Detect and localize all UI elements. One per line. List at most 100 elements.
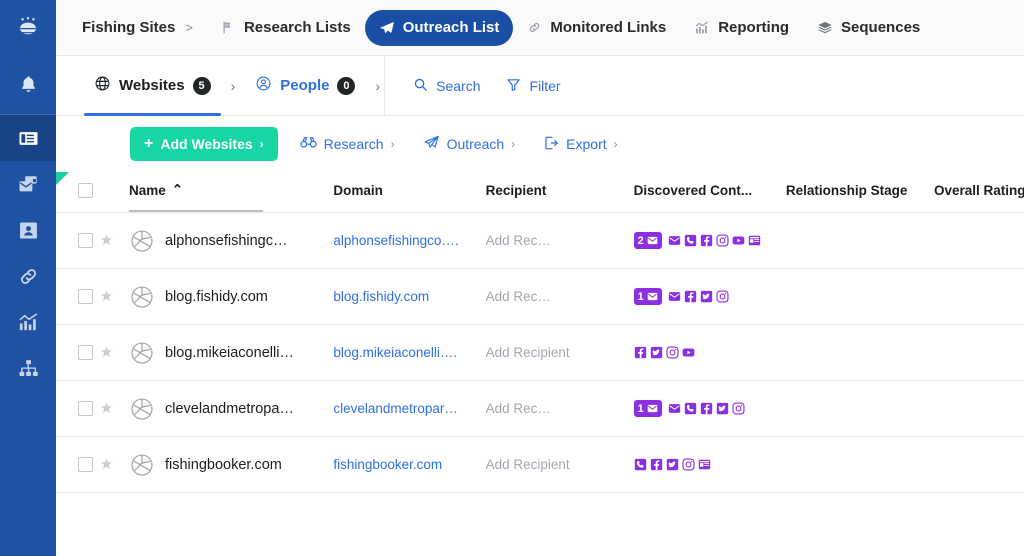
twitter-icon[interactable] xyxy=(700,290,713,303)
discovered-contacts-cell: 1 xyxy=(634,288,1024,305)
add-recipient-link[interactable]: Add Rec… xyxy=(486,289,618,304)
row-checkbox[interactable] xyxy=(78,345,93,360)
tab-people-arrow[interactable]: › xyxy=(371,56,384,115)
instagram-icon[interactable] xyxy=(716,234,729,247)
add-recipient-link[interactable]: Add Recipient xyxy=(486,457,618,472)
envelope-icon[interactable] xyxy=(668,290,681,303)
twitter-icon[interactable] xyxy=(666,458,679,471)
main-area: Fishing Sites > Research Lists Outreach xyxy=(56,0,1024,556)
envelope-icon[interactable] xyxy=(668,402,681,415)
chevron-right-icon: › xyxy=(511,137,515,151)
tab-count-badge: 0 xyxy=(337,77,355,95)
tab-people[interactable]: People 0 xyxy=(239,56,371,115)
instagram-icon[interactable] xyxy=(716,290,729,303)
facebook-icon[interactable] xyxy=(700,234,713,247)
bar-chart-icon xyxy=(694,20,710,36)
filter-label: Filter xyxy=(529,78,560,94)
outreach-button[interactable]: Outreach › xyxy=(417,134,522,154)
site-name: fishingbooker.com xyxy=(165,457,282,473)
sidebar-item-lists[interactable] xyxy=(0,115,56,161)
instagram-icon[interactable] xyxy=(682,458,695,471)
add-recipient-link[interactable]: Add Recipient xyxy=(486,345,618,360)
envelope-icon[interactable] xyxy=(668,234,681,247)
instagram-icon[interactable] xyxy=(732,402,745,415)
row-checkbox[interactable] xyxy=(78,233,93,248)
nav-item-sequences[interactable]: Sequences xyxy=(803,10,934,46)
table-row[interactable]: ★clevelandmetropa…clevelandmetropar…Add … xyxy=(56,381,1024,437)
row-checkbox[interactable] xyxy=(78,457,93,472)
twitter-icon[interactable] xyxy=(716,402,729,415)
nav-item-reporting[interactable]: Reporting xyxy=(680,10,803,46)
sidebar-item-sitemap[interactable] xyxy=(0,345,56,391)
contact-count-badge[interactable]: 2 xyxy=(634,232,662,249)
favorite-star-icon[interactable]: ★ xyxy=(100,288,113,305)
contact-count-badge[interactable]: 1 xyxy=(634,400,662,417)
nav-item-monitored-links[interactable]: Monitored Links xyxy=(513,10,680,46)
binoculars-icon xyxy=(300,135,317,153)
add-recipient-link[interactable]: Add Rec… xyxy=(486,233,618,248)
site-avatar-icon xyxy=(129,228,155,254)
table-row[interactable]: ★blog.mikeiaconelli…blog.mikeiaconelli….… xyxy=(56,325,1024,381)
youtube-icon[interactable] xyxy=(682,346,695,359)
domain-link[interactable]: blog.mikeiaconelli…. xyxy=(333,345,469,360)
sidebar-item-inbox[interactable] xyxy=(0,161,56,207)
twitter-icon[interactable] xyxy=(650,346,663,359)
add-recipient-link[interactable]: Add Rec… xyxy=(486,401,618,416)
export-button[interactable]: Export › xyxy=(537,135,623,154)
phone-icon[interactable] xyxy=(684,402,697,415)
plus-icon: + xyxy=(144,135,153,153)
contact-count: 1 xyxy=(638,291,644,303)
flag-icon xyxy=(221,20,236,35)
filter-button[interactable]: Filter xyxy=(506,77,560,95)
domain-link[interactable]: alphonsefishingco…. xyxy=(333,233,469,248)
column-header-overall-rating[interactable]: Overall Rating xyxy=(934,172,1024,213)
select-all-checkbox[interactable] xyxy=(78,183,93,198)
nav-item-research-lists[interactable]: Research Lists xyxy=(207,10,365,46)
favorite-star-icon[interactable]: ★ xyxy=(100,344,113,361)
domain-link[interactable]: blog.fishidy.com xyxy=(333,289,469,304)
facebook-icon[interactable] xyxy=(700,402,713,415)
site-name: blog.fishidy.com xyxy=(165,289,268,305)
planet-logo-icon[interactable] xyxy=(0,0,56,56)
news-icon[interactable] xyxy=(698,458,711,471)
research-button[interactable]: Research › xyxy=(294,135,401,153)
facebook-icon[interactable] xyxy=(684,290,697,303)
table-row[interactable]: ★alphonsefishingc…alphonsefishingco….Add… xyxy=(56,213,1024,269)
sidebar-item-links[interactable] xyxy=(0,253,56,299)
search-icon xyxy=(413,77,428,95)
row-checkbox[interactable] xyxy=(78,289,93,304)
column-header-domain[interactable]: Domain xyxy=(333,172,485,213)
domain-link[interactable]: clevelandmetropar… xyxy=(333,401,469,416)
tab-websites[interactable]: Websites 5 xyxy=(78,56,227,115)
contact-count-badge[interactable]: 1 xyxy=(634,288,662,305)
domain-link[interactable]: fishingbooker.com xyxy=(333,457,469,472)
column-header-recipient[interactable]: Recipient xyxy=(486,172,634,213)
column-header-discovered-contacts[interactable]: Discovered Cont... xyxy=(634,172,786,213)
tab-websites-arrow[interactable]: › xyxy=(227,56,240,115)
nav-item-label: Fishing Sites xyxy=(82,19,175,36)
nav-item-fishing-sites[interactable]: Fishing Sites > xyxy=(82,10,207,46)
youtube-icon[interactable] xyxy=(732,234,745,247)
table-row[interactable]: ★ fishingbooker.com fishingbooker.com Add R… xyxy=(56,437,1024,493)
phone-icon[interactable] xyxy=(684,234,697,247)
news-icon[interactable] xyxy=(748,234,761,247)
column-header-name[interactable]: Name ⌃ xyxy=(129,172,333,213)
favorite-star-icon[interactable]: ★ xyxy=(100,400,113,417)
phone-icon[interactable] xyxy=(634,458,647,471)
column-header-relationship-stage[interactable]: Relationship Stage xyxy=(786,172,934,213)
facebook-icon[interactable] xyxy=(650,458,663,471)
instagram-icon[interactable] xyxy=(666,346,679,359)
favorite-star-icon[interactable]: ★ xyxy=(100,232,113,249)
search-button[interactable]: Search xyxy=(413,77,480,95)
favorite-star-icon[interactable]: ★ xyxy=(100,456,113,473)
nav-item-outreach-list[interactable]: Outreach List xyxy=(365,10,514,46)
add-websites-button[interactable]: + Add Websites › xyxy=(130,127,278,161)
row-checkbox[interactable] xyxy=(78,401,93,416)
table-row[interactable]: ★ blog.fishidy.com blog.fishidy.com Add Rec… xyxy=(56,269,1024,325)
facebook-icon[interactable] xyxy=(634,346,647,359)
contact-channel-icons xyxy=(634,346,695,359)
sidebar-item-reporting[interactable] xyxy=(0,299,56,345)
tabs-actions: Search Filter xyxy=(385,56,560,115)
bell-icon[interactable] xyxy=(0,56,56,112)
sidebar-item-contacts[interactable] xyxy=(0,207,56,253)
